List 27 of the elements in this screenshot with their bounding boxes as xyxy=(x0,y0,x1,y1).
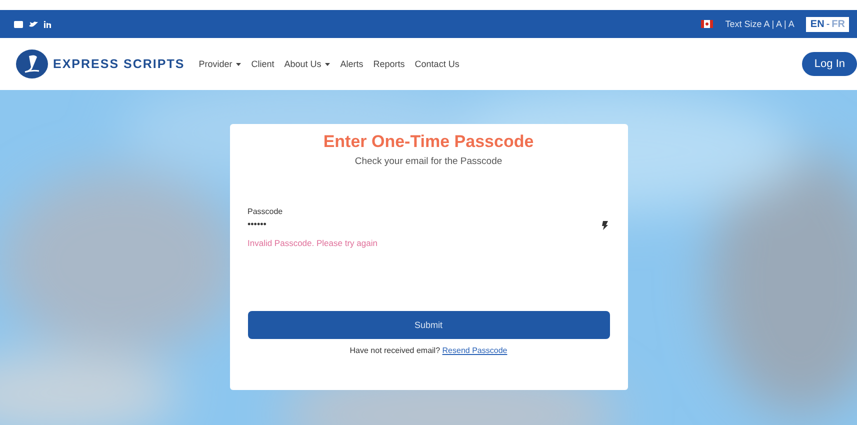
nav-link[interactable]: Client xyxy=(251,59,274,69)
passcode-field[interactable]: Passcode •••••• xyxy=(248,207,610,229)
language-option[interactable]: EN xyxy=(810,18,824,30)
email-icon[interactable] xyxy=(14,20,23,28)
submit-button[interactable]: Submit xyxy=(248,311,610,339)
flag-icon[interactable] xyxy=(701,20,714,28)
caret-icon xyxy=(325,63,330,66)
field-label: Passcode xyxy=(248,207,284,216)
card-subtitle: Check your email for the Passcode xyxy=(354,156,504,167)
nav-link[interactable]: About Us xyxy=(284,59,330,69)
logo-icon[interactable] xyxy=(15,49,49,79)
field-value: •••••• xyxy=(248,219,266,229)
error-message: Invalid Passcode. Please try again xyxy=(248,238,378,248)
caret-icon xyxy=(236,63,242,66)
text-size-control[interactable]: Text Size A | A | A xyxy=(725,19,794,29)
nav-link[interactable]: Contact Us xyxy=(414,59,460,69)
linkedin-icon[interactable] xyxy=(44,20,51,28)
bird-icon[interactable] xyxy=(29,20,38,28)
login-button[interactable]: Log In xyxy=(802,52,857,76)
card-title: Enter One-Time Passcode xyxy=(322,132,535,152)
separator: - xyxy=(826,18,830,30)
nav-link[interactable]: Reports xyxy=(373,59,405,69)
nav-link[interactable]: Provider xyxy=(198,59,242,69)
resend-link[interactable]: Resend Passcode xyxy=(442,346,508,355)
logo-text[interactable]: EXPRESS SCRIPTS xyxy=(53,57,185,71)
nav-link[interactable]: Alerts xyxy=(340,59,364,69)
resend-prompt: Have not received email? xyxy=(350,346,440,355)
